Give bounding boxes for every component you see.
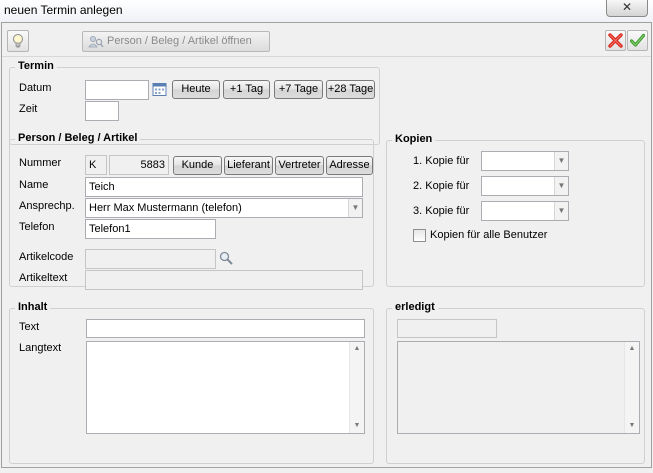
kopie-3-label: 3. Kopie für (413, 205, 470, 217)
ansprechpartner-value: Herr Max Mustermann (telefon) (89, 202, 242, 214)
heute-button[interactable]: Heute (172, 80, 220, 99)
scroll-up-icon[interactable]: ▲ (350, 342, 364, 356)
calendar-icon (152, 83, 167, 96)
cancel-button[interactable] (605, 30, 626, 51)
close-icon: ✕ (621, 0, 633, 14)
chevron-down-icon[interactable]: ▼ (554, 202, 568, 220)
plus-7-tage-button[interactable]: +7 Tage (274, 80, 323, 99)
name-field[interactable]: Teich (85, 177, 363, 197)
kopie-1-label: 1. Kopie für (413, 155, 470, 167)
window-title: neuen Termin anlegen (4, 3, 123, 17)
plus-28-tage-button[interactable]: +28 Tage (326, 80, 375, 99)
scroll-up-icon[interactable]: ▲ (625, 342, 639, 356)
lightbulb-icon (13, 34, 23, 48)
nummer-label: Nummer (19, 157, 62, 169)
artikelcode-field[interactable] (85, 249, 216, 269)
kunde-button[interactable]: Kunde (173, 156, 222, 175)
erledigt-group: erledigt ▲ ▼ (386, 301, 645, 464)
nummer-field[interactable]: 5883 (109, 155, 169, 175)
open-button-label: Person / Beleg / Artikel öffnen (107, 35, 252, 47)
dialog-client-area: Person / Beleg / Artikel öffnen Termin D… (1, 22, 652, 468)
magnifier-icon (219, 251, 233, 265)
kopien-alle-benutzer-checkbox[interactable] (413, 229, 426, 242)
window-close-button[interactable]: ✕ (606, 0, 648, 17)
kopie-2-label: 2. Kopie für (413, 180, 470, 192)
person-legend: Person / Beleg / Artikel (15, 132, 141, 144)
scroll-down-icon[interactable]: ▼ (625, 419, 639, 433)
langtext-scrollbar[interactable]: ▲ ▼ (349, 342, 364, 433)
langtext-label: Langtext (19, 342, 62, 354)
kopien-group: Kopien 1. Kopie für ▼ 2. Kopie für ▼ 3. … (386, 133, 645, 287)
lieferant-button[interactable]: Lieferant (224, 156, 273, 175)
kopie-1-select[interactable]: ▼ (481, 151, 569, 171)
zeit-field[interactable] (85, 101, 119, 121)
green-check-icon (630, 33, 645, 47)
erledigt-legend: erledigt (392, 301, 438, 313)
text-field[interactable] (86, 319, 365, 338)
ok-button[interactable] (627, 30, 648, 51)
langtext-textarea[interactable]: ▲ ▼ (86, 341, 365, 434)
name-label: Name (19, 179, 49, 191)
chevron-down-icon[interactable]: ▼ (554, 152, 568, 170)
artikeltext-label: Artikeltext (19, 272, 68, 284)
toolbar: Person / Beleg / Artikel öffnen (2, 23, 651, 57)
hint-button[interactable] (7, 30, 29, 52)
kopie-3-select[interactable]: ▼ (481, 201, 569, 221)
scroll-down-icon[interactable]: ▼ (350, 419, 364, 433)
kopie-2-select[interactable]: ▼ (481, 176, 569, 196)
inhalt-legend: Inhalt (15, 301, 51, 313)
datum-label: Datum (19, 82, 52, 94)
termin-legend: Termin (15, 60, 57, 72)
artikel-search-button[interactable] (218, 250, 234, 269)
inhalt-group: Inhalt Text Langtext ▲ ▼ (9, 301, 374, 464)
kopien-alle-benutzer-label: Kopien für alle Benutzer (430, 229, 548, 241)
artikelcode-label: Artikelcode (19, 251, 74, 263)
chevron-down-icon[interactable]: ▼ (554, 177, 568, 195)
erledigt-scrollbar[interactable]: ▲ ▼ (624, 342, 639, 433)
erledigt-notes-textarea[interactable]: ▲ ▼ (397, 341, 640, 434)
telefon-label: Telefon (19, 221, 55, 233)
text-label: Text (19, 321, 40, 333)
chevron-down-icon[interactable]: ▼ (348, 199, 362, 217)
nummer-prefix-field[interactable]: K (85, 155, 107, 175)
erledigt-notes-content (398, 342, 639, 346)
person-search-icon (88, 36, 104, 48)
vertreter-button[interactable]: Vertreter (275, 156, 324, 175)
person-beleg-artikel-group: Person / Beleg / Artikel Nummer K 5883 K… (9, 132, 374, 290)
telefon-field[interactable]: Telefon1 (85, 219, 216, 239)
plus-1-tag-button[interactable]: +1 Tag (223, 80, 270, 99)
calendar-button[interactable] (152, 82, 167, 100)
ansprechpartner-label: Ansprechp. (19, 200, 75, 212)
adresse-button[interactable]: Adresse (326, 156, 373, 175)
kopien-legend: Kopien (392, 133, 436, 145)
title-bar: neuen Termin anlegen ✕ (0, 0, 653, 22)
zeit-label: Zeit (19, 103, 38, 115)
artikeltext-field[interactable] (85, 270, 363, 290)
langtext-content (87, 342, 364, 346)
erledigt-field[interactable] (397, 319, 497, 338)
ansprechpartner-select[interactable]: Herr Max Mustermann (telefon) ▼ (85, 198, 363, 218)
open-person-beleg-artikel-button[interactable]: Person / Beleg / Artikel öffnen (82, 31, 270, 52)
datum-field[interactable] (85, 80, 149, 100)
red-x-icon (608, 33, 623, 48)
